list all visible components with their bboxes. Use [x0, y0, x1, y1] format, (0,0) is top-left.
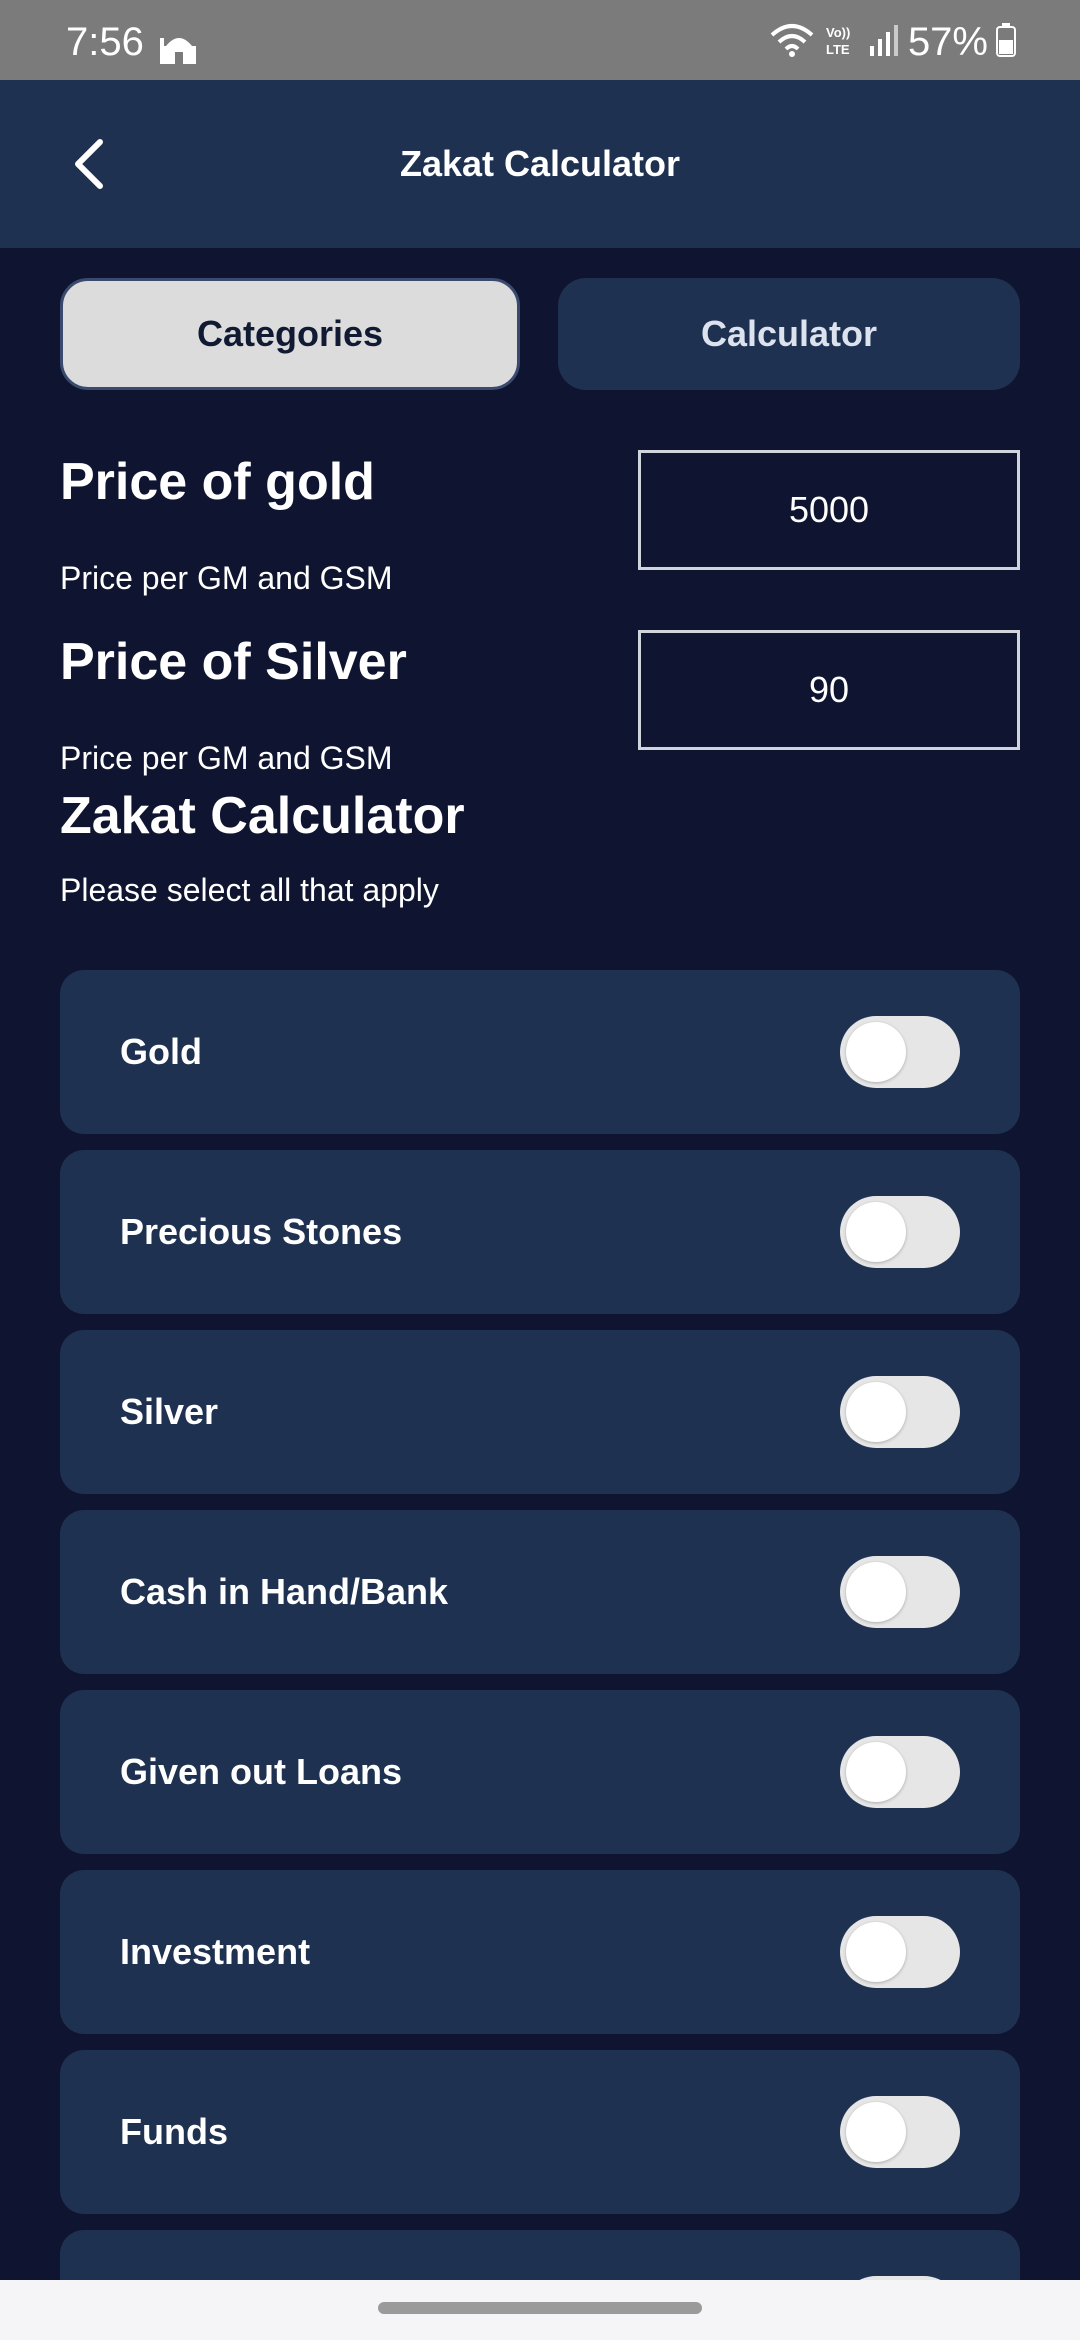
category-item-investment[interactable]: Investment	[60, 1870, 1020, 2034]
category-label: Gold	[120, 1031, 202, 1072]
silver-price-title: Price of Silver	[60, 633, 407, 691]
tab-calculator[interactable]: Calculator	[558, 278, 1020, 390]
toggle-knob	[846, 1202, 906, 1262]
gold-price-subtitle: Price per GM and GSM	[60, 560, 393, 596]
page-title: Zakat Calculator	[399, 143, 681, 184]
category-item-silver[interactable]: Silver	[60, 1330, 1020, 1494]
category-label: Funds	[120, 2111, 228, 2152]
gold-price-input[interactable]	[638, 450, 1020, 570]
category-item-partial[interactable]	[60, 2230, 1020, 2280]
cash-toggle[interactable]	[840, 1556, 960, 1628]
battery-percent: 57%	[907, 20, 988, 64]
category-label: Investment	[120, 1931, 311, 1972]
toggle-knob	[846, 1022, 906, 1082]
home-handle[interactable]	[378, 2302, 702, 2314]
silver-price-input[interactable]	[638, 630, 1020, 750]
back-button[interactable]	[60, 134, 120, 194]
category-label: Silver	[120, 1391, 219, 1432]
tab-categories[interactable]: Categories	[60, 278, 520, 390]
category-list[interactable]: Gold Precious Stones Silver Cash in Hand…	[0, 968, 1080, 2280]
back-arrow-icon	[75, 139, 103, 189]
toggle-knob	[846, 1562, 906, 1622]
category-label: Precious Stones	[120, 1211, 403, 1252]
funds-toggle[interactable]	[840, 2096, 960, 2168]
section-subtitle: Please select all that apply	[60, 872, 439, 908]
loans-toggle[interactable]	[840, 1736, 960, 1808]
silver-price-subtitle: Price per GM and GSM	[60, 740, 393, 776]
status-time: 7:56	[66, 20, 144, 64]
gold-price-title: Price of gold	[60, 453, 375, 511]
silver-toggle[interactable]	[840, 1376, 960, 1448]
precious-stones-toggle[interactable]	[840, 1196, 960, 1268]
toggle-knob	[846, 1922, 906, 1982]
category-item-funds[interactable]: Funds	[60, 2050, 1020, 2214]
status-bar: 7:56 Vo)) LTE 57%	[0, 0, 1080, 80]
category-label: Given out Loans	[120, 1751, 403, 1792]
toggle-knob	[846, 1382, 906, 1442]
investment-toggle[interactable]	[840, 1916, 960, 1988]
category-item-precious-stones[interactable]: Precious Stones	[60, 1150, 1020, 1314]
toggle-knob	[846, 1742, 906, 1802]
svg-text:Vo)): Vo))	[826, 25, 850, 40]
system-nav-bar	[0, 2280, 1080, 2340]
app-bar: Zakat Calculator	[0, 80, 1080, 248]
section-title: Zakat Calculator	[60, 787, 465, 845]
category-item-gold[interactable]: Gold	[60, 970, 1020, 1134]
svg-text:LTE: LTE	[826, 42, 850, 57]
status-icons: Vo)) LTE 57%	[770, 22, 1016, 62]
gold-toggle[interactable]	[840, 1016, 960, 1088]
battery-icon	[996, 22, 1016, 62]
category-label: Cash in Hand/Bank	[120, 1571, 449, 1612]
mosque-icon	[160, 32, 198, 66]
volte-icon: Vo)) LTE	[824, 23, 858, 62]
category-item-cash[interactable]: Cash in Hand/Bank	[60, 1510, 1020, 1674]
wifi-icon	[770, 23, 814, 62]
signal-icon	[868, 24, 898, 61]
category-item-loans[interactable]: Given out Loans	[60, 1690, 1020, 1854]
toggle-knob	[846, 2102, 906, 2162]
